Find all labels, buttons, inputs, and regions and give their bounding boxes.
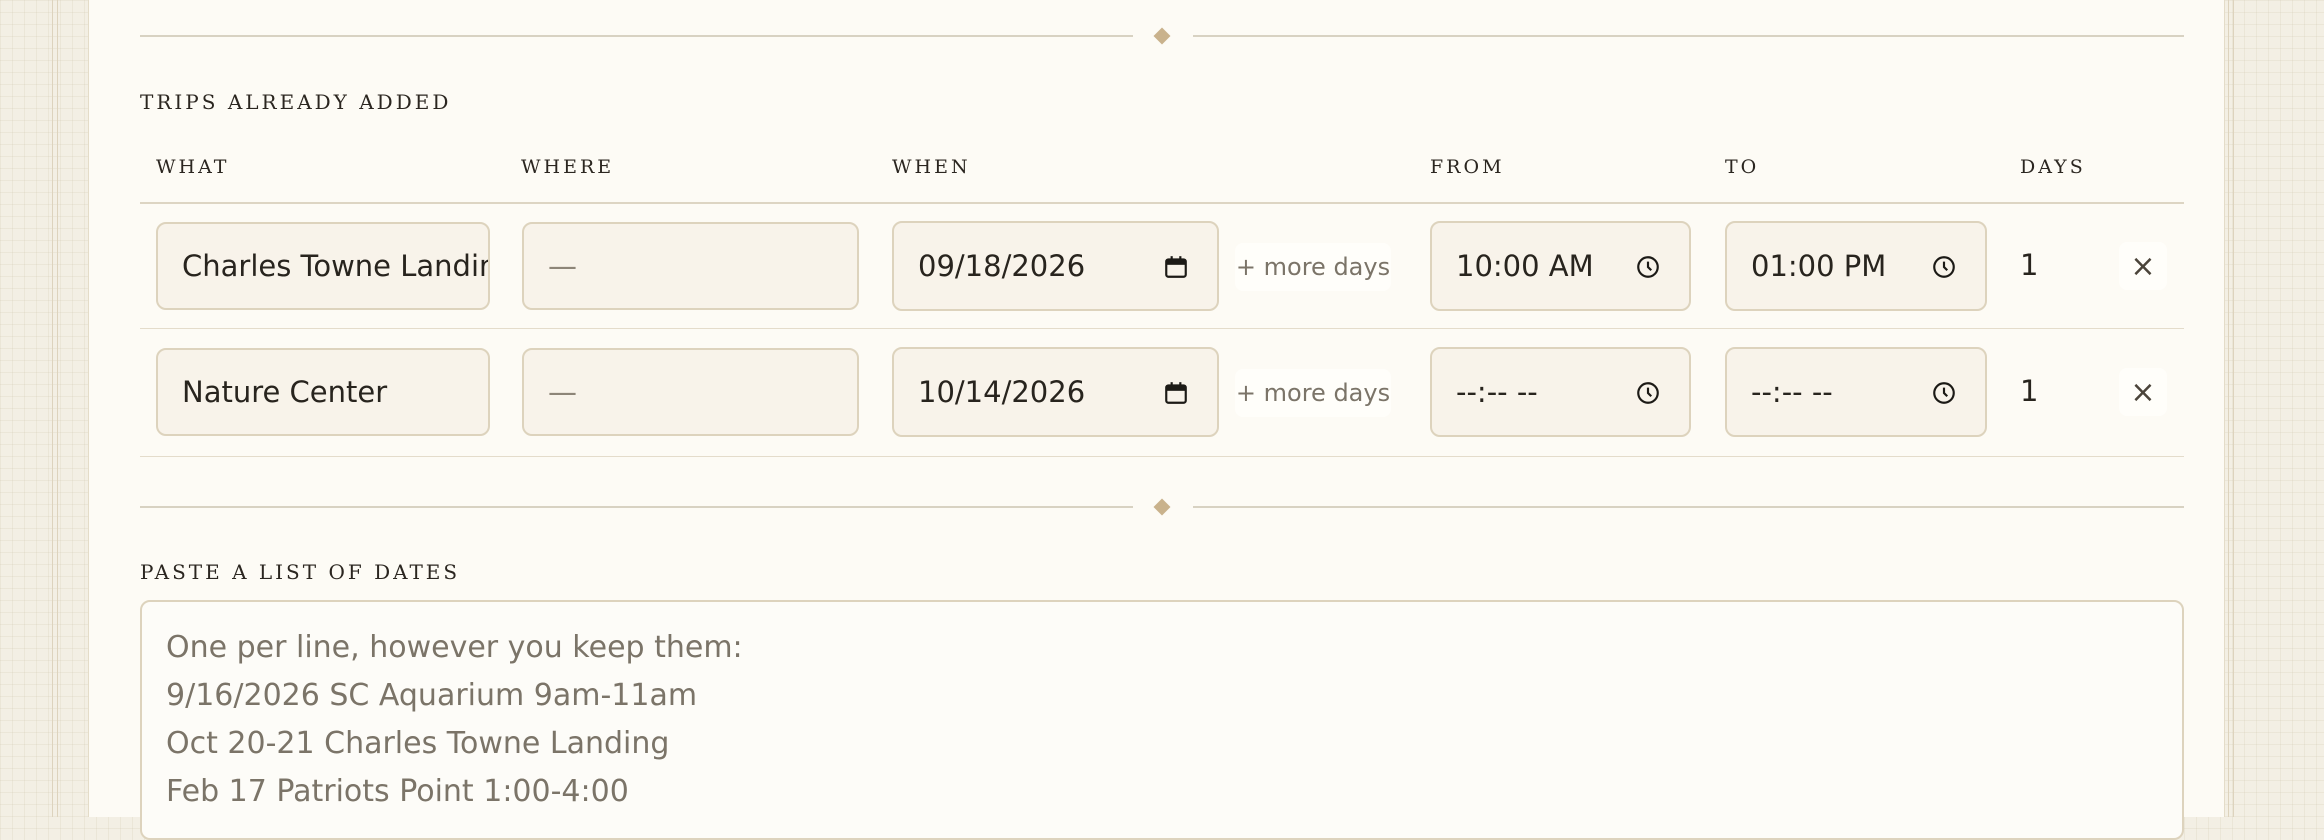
row-divider [140,456,2184,457]
trip-from-time-input[interactable]: --:-- -- [1430,347,1691,437]
divider-line [140,506,1133,508]
remove-trip-button[interactable]: × [2119,368,2167,416]
column-header-when: WHEN [892,156,971,178]
paste-dates-textarea[interactable]: One per line, however you keep them: 9/1… [140,600,2184,840]
diamond-ornament [1153,27,1171,45]
trip-what-value: Charles Towne Landing [182,249,488,283]
more-days-button[interactable]: + more days [1235,243,1391,291]
page-rail-right [2228,0,2234,817]
trip-where-value: — [548,375,577,409]
trip-where-input[interactable]: — [522,222,859,310]
trip-what-input[interactable]: Charles Towne Landing [156,222,490,310]
trip-where-input[interactable]: — [522,348,859,436]
trip-to-time-input[interactable]: 01:00 PM [1725,221,1987,311]
remove-trip-button[interactable]: × [2119,242,2167,290]
trip-date-input[interactable]: 10/14/2026 [892,347,1219,437]
calendar-icon[interactable] [1163,380,1189,406]
column-header-from: FROM [1430,156,1505,178]
more-days-button[interactable]: + more days [1235,369,1391,417]
section-divider [140,497,2184,517]
divider-line [1193,35,2184,37]
column-header-what: WHAT [156,156,230,178]
section-divider [140,26,2184,46]
column-header-to: TO [1725,156,1760,178]
placeholder-line: One per line, however you keep them: [166,630,743,665]
page-rail-left [52,0,58,817]
diamond-ornament [1153,498,1171,516]
clock-icon[interactable] [1635,254,1661,280]
placeholder-line: 9/16/2026 SC Aquarium 9am-11am [166,678,698,713]
row-divider [140,328,2184,329]
trips-section-title: TRIPS ALREADY ADDED [140,90,452,114]
clock-icon[interactable] [1635,380,1661,406]
trip-where-value: — [548,249,577,283]
clock-icon[interactable] [1931,254,1957,280]
table-header-rule [140,202,2184,204]
divider-line [1193,506,2184,508]
column-header-where: WHERE [521,156,615,178]
calendar-icon[interactable] [1163,254,1189,280]
trip-what-value: Nature Center [182,375,388,409]
trip-days-value: 1 [2020,374,2039,408]
paste-section-title: PASTE A LIST OF DATES [140,560,461,584]
placeholder-line: Feb 17 Patriots Point 1:00-4:00 [166,774,629,809]
divider-line [140,35,1133,37]
trip-days-value: 1 [2020,248,2039,282]
trip-what-input[interactable]: Nature Center [156,348,490,436]
trip-from-time-input[interactable]: 10:00 AM [1430,221,1691,311]
placeholder-line: Oct 20-21 Charles Towne Landing [166,726,670,761]
clock-icon[interactable] [1931,380,1957,406]
trip-date-input[interactable]: 09/18/2026 [892,221,1219,311]
column-header-days: DAYS [2020,156,2086,178]
trip-to-time-input[interactable]: --:-- -- [1725,347,1987,437]
